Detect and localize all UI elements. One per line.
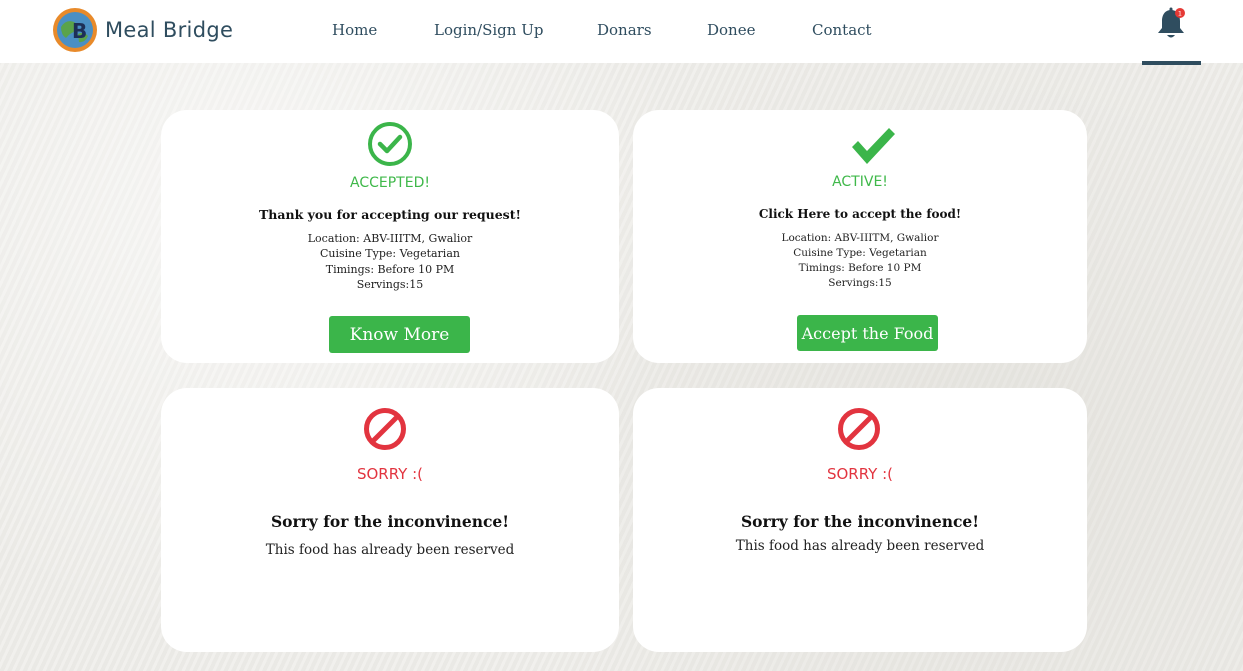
sorry-card: SORRY :( Sorry for the inconvinence! Thi… bbox=[633, 388, 1087, 652]
active-card: ACTIVE! Click Here to accept the food! L… bbox=[633, 110, 1087, 363]
sorry-card: SORRY :( Sorry for the inconvinence! Thi… bbox=[161, 388, 619, 652]
brand-name: Meal Bridge bbox=[105, 18, 234, 42]
nav-contact-link[interactable]: Contact bbox=[812, 21, 872, 39]
reserved-message: This food has already been reserved bbox=[265, 542, 515, 558]
card-headline[interactable]: Click Here to accept the food! bbox=[633, 207, 1087, 221]
reserved-message: This food has already been reserved bbox=[735, 538, 985, 554]
status-label: ACCEPTED! bbox=[350, 175, 430, 191]
status-label: SORRY :( bbox=[356, 465, 424, 483]
prohibited-icon bbox=[364, 408, 406, 450]
logo-icon: B bbox=[53, 8, 97, 52]
sorry-headline: Sorry for the inconvinence! bbox=[270, 512, 510, 531]
navbar: B Meal Bridge Home Login/Sign Up Donars … bbox=[0, 0, 1243, 65]
detail-location: Location: ABV-IIITM, Gwalior bbox=[307, 232, 473, 245]
nav-login-signup-link[interactable]: Login/Sign Up bbox=[434, 21, 543, 39]
bell-icon[interactable]: 1 bbox=[1155, 6, 1187, 40]
card-headline: Thank you for accepting our request! bbox=[259, 207, 521, 222]
detail-location: Location: ABV-IIITM, Gwalior bbox=[781, 232, 939, 244]
detail-servings: Servings:15 bbox=[828, 277, 892, 289]
prohibited-icon bbox=[838, 408, 880, 450]
notification-badge: 1 bbox=[1178, 9, 1182, 17]
detail-cuisine: Cuisine Type: Vegetarian bbox=[793, 247, 927, 259]
detail-timings: Timings: Before 10 PM bbox=[325, 263, 455, 276]
nav-donars-link[interactable]: Donars bbox=[597, 21, 652, 39]
sorry-headline: Sorry for the inconvinence! bbox=[740, 512, 980, 531]
nav-home-link[interactable]: Home bbox=[332, 21, 377, 39]
bell-active-underline bbox=[1142, 61, 1201, 65]
detail-timings: Timings: Before 10 PM bbox=[798, 262, 922, 274]
accepted-card: ACCEPTED! Thank you for accepting our re… bbox=[161, 110, 619, 363]
accept-food-button[interactable]: Accept the Food bbox=[797, 315, 938, 351]
detail-servings: Servings:15 bbox=[356, 278, 424, 291]
status-label: SORRY :( bbox=[826, 465, 894, 483]
check-mark-icon bbox=[852, 128, 895, 164]
brand-logo-link[interactable]: B Meal Bridge bbox=[52, 7, 233, 53]
nav-donee-link[interactable]: Donee bbox=[707, 21, 755, 39]
check-circle-icon bbox=[368, 122, 412, 166]
know-more-button[interactable]: Know More bbox=[329, 316, 470, 353]
detail-cuisine: Cuisine Type: Vegetarian bbox=[320, 247, 460, 260]
status-label: ACTIVE! bbox=[832, 174, 888, 190]
svg-text:B: B bbox=[72, 19, 87, 43]
